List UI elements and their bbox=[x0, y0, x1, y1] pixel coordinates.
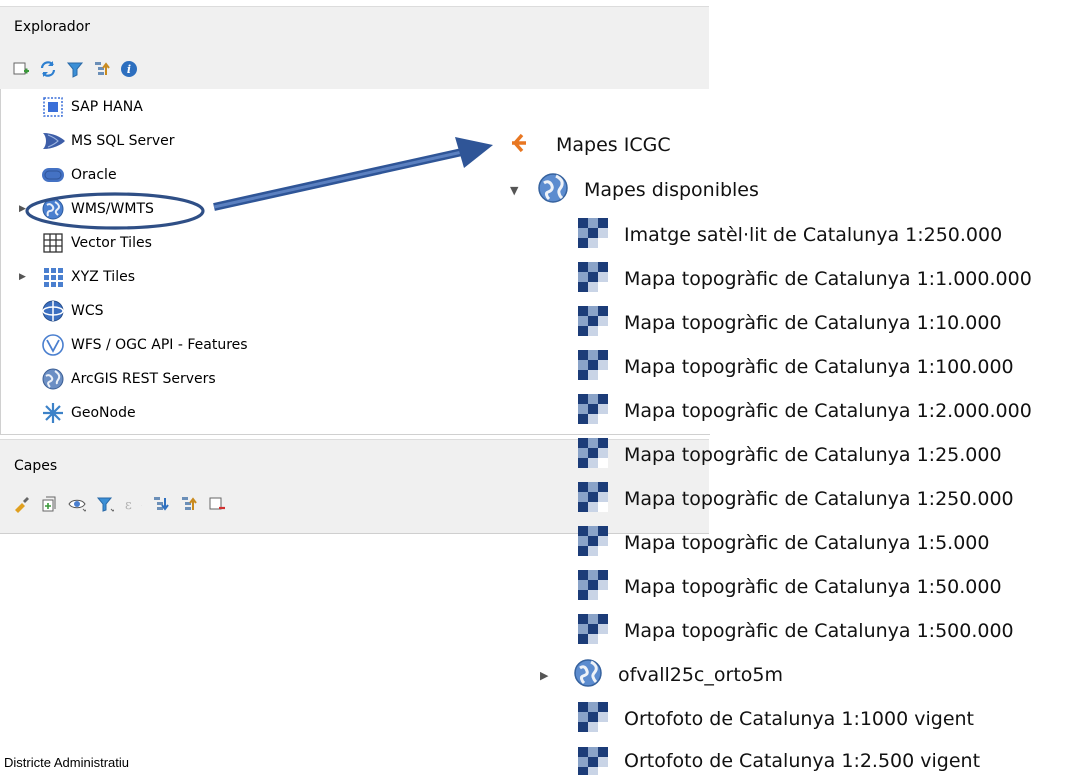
wcs-globe-icon bbox=[41, 299, 65, 323]
tree-item-label: Oracle bbox=[71, 167, 117, 183]
tile-layer-icon bbox=[578, 262, 608, 296]
filter-expression-icon[interactable]: ε bbox=[124, 495, 142, 513]
layer-label: Ortofoto de Catalunya 1:1000 vigent bbox=[624, 708, 974, 730]
footer-caption: Districte Administratiu bbox=[4, 755, 129, 770]
connection-root[interactable]: Mapes ICGC bbox=[510, 125, 671, 165]
explorer-title: Explorador bbox=[14, 19, 91, 35]
subgroup-ofvall25c[interactable]: ▶ ofvall25c_orto5m bbox=[540, 655, 783, 695]
xyz-tiles-icon bbox=[41, 265, 65, 289]
svg-text:i: i bbox=[127, 63, 131, 76]
wms-layer-item[interactable]: Mapa topogràfic de Catalunya 1:100.000 bbox=[578, 347, 1014, 387]
tile-layer-icon bbox=[578, 306, 608, 340]
globe-icon bbox=[536, 171, 570, 209]
tile-layer-icon bbox=[578, 218, 608, 252]
mssql-icon bbox=[41, 129, 65, 153]
tree-item-label: WMS/WMTS bbox=[71, 201, 154, 217]
tile-layer-icon bbox=[578, 350, 608, 384]
tree-item-label: WFS / OGC API - Features bbox=[71, 337, 248, 353]
group-label: Mapes disponibles bbox=[584, 179, 759, 201]
tile-layer-icon bbox=[578, 526, 608, 560]
wms-layer-item[interactable]: Ortofoto de Catalunya 1:1000 vigent bbox=[578, 699, 974, 739]
tile-layer-icon bbox=[578, 570, 608, 604]
layers-toolbar: ε bbox=[12, 495, 226, 513]
expand-arrow-icon[interactable]: ▶ bbox=[540, 669, 572, 682]
tree-item-label: ArcGIS REST Servers bbox=[71, 371, 216, 387]
wms-layer-item[interactable]: Mapa topogràfic de Catalunya 1:10.000 bbox=[578, 303, 1002, 343]
layers-title: Capes bbox=[14, 458, 58, 474]
tree-item-label: MS SQL Server bbox=[71, 133, 175, 149]
connection-icon bbox=[510, 131, 540, 159]
tree-item-label: Vector Tiles bbox=[71, 235, 152, 251]
wms-layer-item[interactable]: Ortofoto de Catalunya 1:2.500 vigent bbox=[578, 742, 980, 775]
add-layer-icon[interactable] bbox=[12, 60, 30, 78]
wms-layer-item[interactable]: Imatge satèl·lit de Catalunya 1:250.000 bbox=[578, 215, 1002, 255]
geonode-icon bbox=[41, 401, 65, 425]
tree-item-label: SAP HANA bbox=[71, 99, 143, 115]
tree-item-sap-hana[interactable]: SAP HANA bbox=[1, 91, 710, 123]
svg-text:ε: ε bbox=[125, 498, 132, 513]
layer-label: Mapa topogràfic de Catalunya 1:50.000 bbox=[624, 576, 1002, 598]
globe-icon bbox=[572, 657, 604, 693]
tile-layer-icon bbox=[578, 747, 608, 775]
explorer-toolbar: i bbox=[12, 60, 138, 78]
wms-layer-item[interactable]: Mapa topogràfic de Catalunya 1:25.000 bbox=[578, 435, 1002, 475]
tile-layer-icon bbox=[578, 438, 608, 472]
tile-layer-icon bbox=[578, 702, 608, 736]
expand-all-icon[interactable] bbox=[152, 495, 170, 513]
subgroup-label: ofvall25c_orto5m bbox=[618, 664, 783, 686]
tile-layer-icon bbox=[578, 614, 608, 648]
layer-label: Ortofoto de Catalunya 1:2.500 vigent bbox=[624, 750, 981, 772]
arcgis-globe-icon bbox=[41, 367, 65, 391]
layer-label: Imatge satèl·lit de Catalunya 1:250.000 bbox=[624, 224, 1003, 246]
tree-item-label: XYZ Tiles bbox=[71, 269, 135, 285]
expand-arrow-icon[interactable]: ▶ bbox=[19, 272, 27, 282]
wms-layer-item[interactable]: Mapa topogràfic de Catalunya 1:50.000 bbox=[578, 567, 1002, 607]
info-icon[interactable]: i bbox=[120, 60, 138, 78]
tile-layer-icon bbox=[578, 482, 608, 516]
wms-layer-item[interactable]: Mapa topogràfic de Catalunya 1:1.000.000 bbox=[578, 259, 1032, 299]
visibility-eye-icon[interactable] bbox=[68, 495, 86, 513]
collapse-arrow-icon[interactable]: ▼ bbox=[510, 184, 536, 197]
wfs-globe-icon bbox=[41, 333, 65, 357]
explorer-header: Explorador i bbox=[0, 6, 709, 90]
layer-label: Mapa topogràfic de Catalunya 1:100.000 bbox=[624, 356, 1014, 378]
layer-label: Mapa topogràfic de Catalunya 1:1.000.000 bbox=[624, 268, 1032, 290]
layer-label: Mapa topogràfic de Catalunya 1:2.000.000 bbox=[624, 400, 1032, 422]
group-mapes-disponibles[interactable]: ▼ Mapes disponibles bbox=[510, 170, 759, 210]
tile-layer-icon bbox=[578, 394, 608, 428]
sap-hana-icon bbox=[41, 95, 65, 119]
wms-layer-item[interactable]: Mapa topogràfic de Catalunya 1:5.000 bbox=[578, 523, 989, 563]
remove-layer-icon[interactable] bbox=[208, 495, 226, 513]
layer-label: Mapa topogràfic de Catalunya 1:10.000 bbox=[624, 312, 1002, 334]
connection-root-label: Mapes ICGC bbox=[556, 134, 671, 156]
vector-tiles-icon bbox=[41, 231, 65, 255]
layer-label: Mapa topogràfic de Catalunya 1:25.000 bbox=[624, 444, 1002, 466]
style-brush-icon[interactable] bbox=[12, 495, 30, 513]
add-group-icon[interactable] bbox=[40, 495, 58, 513]
tree-item-label: GeoNode bbox=[71, 405, 136, 421]
collapse-all-icon[interactable] bbox=[93, 60, 111, 78]
filter-icon[interactable] bbox=[66, 60, 84, 78]
wms-layer-item[interactable]: Mapa topogràfic de Catalunya 1:500.000 bbox=[578, 611, 1014, 651]
oracle-icon bbox=[41, 163, 65, 187]
tree-item-label: WCS bbox=[71, 303, 104, 319]
wms-globe-icon bbox=[41, 197, 65, 221]
refresh-icon[interactable] bbox=[39, 60, 57, 78]
layer-label: Mapa topogràfic de Catalunya 1:500.000 bbox=[624, 620, 1014, 642]
collapse-all-icon[interactable] bbox=[180, 495, 198, 513]
wms-layer-item[interactable]: Mapa topogràfic de Catalunya 1:250.000 bbox=[578, 479, 1014, 519]
layer-label: Mapa topogràfic de Catalunya 1:5.000 bbox=[624, 532, 990, 554]
filter-legend-icon[interactable] bbox=[96, 495, 114, 513]
wms-layer-item[interactable]: Mapa topogràfic de Catalunya 1:2.000.000 bbox=[578, 391, 1032, 431]
expand-arrow-icon[interactable]: ▶ bbox=[19, 204, 27, 214]
layer-label: Mapa topogràfic de Catalunya 1:250.000 bbox=[624, 488, 1014, 510]
